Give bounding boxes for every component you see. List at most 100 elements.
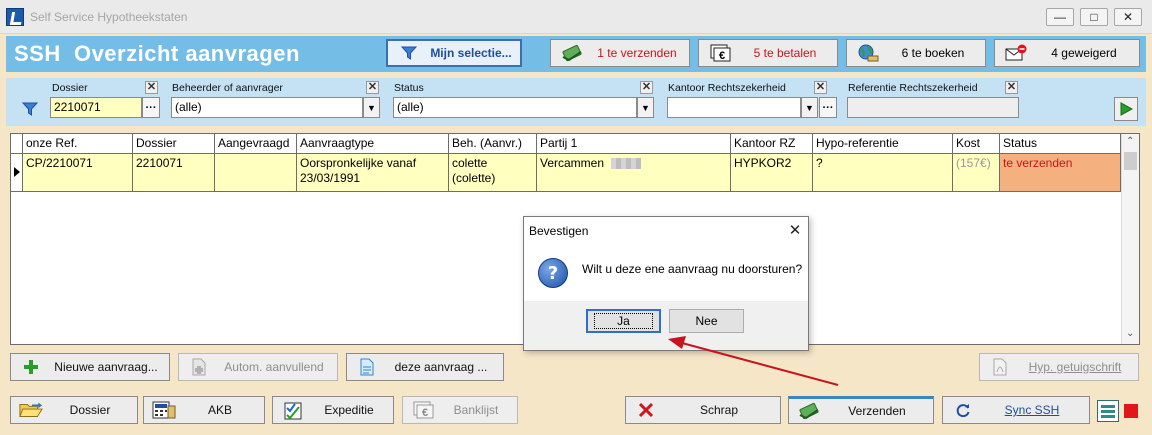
row-header-corner — [11, 134, 23, 154]
document-icon — [355, 357, 379, 377]
layout-toggle-button[interactable] — [1097, 400, 1119, 422]
window-title: Self Service Hypotheekstaten — [30, 10, 188, 24]
expedition-button[interactable]: Expeditie — [272, 396, 394, 424]
dialog-body: ? Wilt u deze ene aanvraag nu doorsturen… — [524, 245, 808, 301]
svg-text:€: € — [719, 50, 725, 62]
plus-icon — [19, 357, 43, 377]
column-header-cost[interactable]: Kost — [953, 134, 1000, 154]
column-header-requested[interactable]: Aangevraagd — [215, 134, 297, 154]
delete-button[interactable]: Schrap — [625, 396, 781, 424]
cell-party[interactable]: Vercammen — [537, 154, 731, 192]
minimize-icon: — — [1054, 10, 1066, 24]
cell-dossier[interactable]: 2210071 — [133, 154, 215, 192]
close-window-button[interactable]: ✕ — [1114, 8, 1142, 26]
cell-cost[interactable]: (157€) — [953, 154, 1000, 192]
apply-filter-button[interactable] — [1114, 97, 1138, 121]
clear-reference-filter[interactable]: ✕ — [1005, 81, 1018, 94]
column-header-status[interactable]: Status — [1000, 134, 1121, 154]
akb-button[interactable]: AKB — [143, 396, 265, 424]
cell-handler[interactable]: colette (colette) — [449, 154, 537, 192]
cell-hypo-reference[interactable]: ? — [813, 154, 953, 192]
clear-dossier-filter[interactable]: ✕ — [145, 81, 158, 94]
refused-button[interactable]: 4 geweigerd — [994, 39, 1140, 67]
dialog-titlebar: Bevestigen ✕ — [524, 217, 808, 245]
scroll-down-icon[interactable]: ⌄ — [1126, 328, 1134, 339]
bank-list-button[interactable]: € Banklijst — [402, 396, 518, 424]
dossier-filter-label: Dossier — [52, 82, 88, 94]
chevron-down-icon: ▼ — [805, 102, 814, 113]
to-book-button[interactable]: 6 te boeken — [846, 39, 986, 67]
reference-filter-input[interactable] — [847, 97, 1019, 118]
row-selector[interactable] — [11, 154, 23, 192]
dossier-filter-input[interactable]: 2210071 — [50, 97, 142, 118]
filter-bar: Dossier ✕ 2210071 ··· Beheerder of aanvr… — [6, 78, 1146, 126]
document-add-icon — [187, 357, 211, 377]
dossier-lookup-button[interactable]: ··· — [142, 97, 160, 118]
cell-ref[interactable]: CP/2210071 — [23, 154, 133, 192]
to-send-label: 1 te verzenden — [597, 46, 677, 60]
column-header-ref[interactable]: onze Ref. — [23, 134, 133, 154]
manager-dropdown-button[interactable]: ▼ — [363, 97, 380, 118]
yes-button[interactable]: Ja — [586, 309, 661, 333]
scroll-up-icon[interactable]: ⌃ — [1126, 136, 1134, 147]
cell-office[interactable]: HYPKOR2 — [731, 154, 813, 192]
dossier-button[interactable]: Dossier — [10, 396, 138, 424]
clear-manager-filter[interactable]: ✕ — [366, 81, 379, 94]
mortgage-certificate-button[interactable]: Hyp. getuigschrift — [979, 353, 1139, 381]
status-dropdown-button[interactable]: ▼ — [637, 97, 654, 118]
my-selection-button[interactable]: Mijn selectie... — [386, 39, 522, 67]
minimize-button[interactable]: — — [1046, 8, 1074, 26]
calculator-icon — [152, 400, 176, 420]
vertical-scrollbar[interactable]: ⌃ ⌄ — [1121, 134, 1139, 344]
dossier-label: Dossier — [69, 403, 111, 417]
sync-icon — [951, 400, 975, 420]
close-icon: ✕ — [1122, 10, 1134, 24]
cell-status[interactable]: te verzenden — [1000, 154, 1121, 192]
office-filter-select[interactable] — [667, 97, 801, 118]
pdf-icon — [988, 357, 1012, 377]
no-button[interactable]: Nee — [669, 309, 744, 333]
column-header-hypo-reference[interactable]: Hypo-referentie — [813, 134, 953, 154]
svg-text:€: € — [422, 407, 428, 419]
delete-label: Schrap — [699, 403, 739, 417]
this-request-button[interactable]: deze aanvraag ... — [346, 353, 504, 381]
send-button[interactable]: Verzenden — [788, 396, 934, 424]
send-label: Verzenden — [848, 404, 906, 418]
maximize-button[interactable]: □ — [1080, 8, 1108, 26]
auto-supplement-button[interactable]: Autom. aanvullend — [178, 353, 338, 381]
sync-ssh-button[interactable]: Sync SSH — [942, 396, 1090, 424]
clear-office-filter[interactable]: ✕ — [814, 81, 827, 94]
globe-icon — [855, 43, 881, 63]
column-header-dossier[interactable]: Dossier — [133, 134, 215, 154]
column-header-request-type[interactable]: Aanvraagtype — [297, 134, 449, 154]
office-dropdown-button[interactable]: ▼ — [801, 97, 818, 118]
reference-filter-label: Referentie Rechtszekerheid — [848, 82, 978, 94]
office-lookup-button[interactable]: ··· — [819, 97, 837, 118]
expedition-label: Expeditie — [324, 403, 374, 417]
to-pay-label: 5 te betalen — [753, 46, 817, 60]
to-pay-button[interactable]: € 5 te betalen — [698, 39, 838, 67]
dialog-message: Wilt u deze ene aanvraag nu doorsturen? — [582, 262, 803, 276]
clear-status-filter[interactable]: ✕ — [640, 81, 653, 94]
dialog-close-button[interactable]: ✕ — [786, 221, 804, 239]
euro-icon: € — [411, 400, 435, 420]
manager-filter-select[interactable]: (alle) — [171, 97, 363, 118]
to-send-button[interactable]: 1 te verzenden — [550, 39, 690, 67]
cell-requested[interactable] — [215, 154, 297, 192]
euro-icon: € — [707, 43, 733, 63]
column-header-party[interactable]: Partij 1 — [537, 134, 731, 154]
status-filter-select[interactable]: (alle) — [393, 97, 637, 118]
send-money-icon — [559, 43, 585, 63]
cell-request-type[interactable]: Oorspronkelijke vanaf 23/03/1991 — [297, 154, 449, 192]
scroll-thumb[interactable] — [1124, 152, 1137, 170]
status-indicator-icon — [1124, 404, 1138, 418]
new-request-button[interactable]: Nieuwe aanvraag... — [10, 353, 170, 381]
my-selection-label: Mijn selectie... — [430, 46, 512, 60]
mortgage-certificate-label: Hyp. getuigschrift — [1028, 360, 1122, 374]
yes-label: Ja — [594, 313, 653, 329]
clear-icon: ✕ — [815, 81, 826, 93]
akb-label: AKB — [207, 403, 232, 417]
column-header-office[interactable]: Kantoor RZ — [731, 134, 813, 154]
column-header-handler[interactable]: Beh. (Aanvr.) — [449, 134, 537, 154]
confirm-dialog: Bevestigen ✕ ? Wilt u deze ene aanvraag … — [523, 216, 809, 351]
